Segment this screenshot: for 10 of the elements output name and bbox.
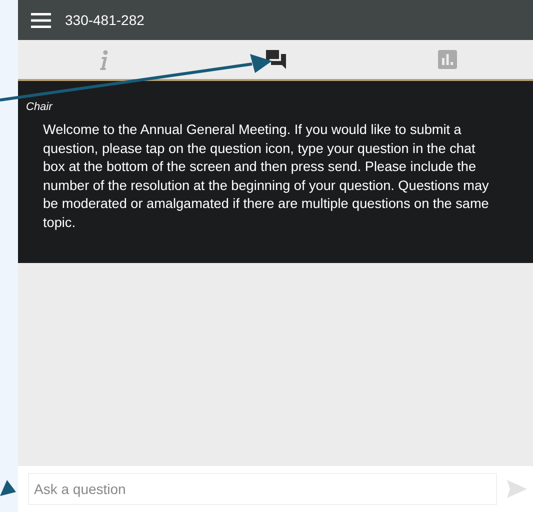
- menu-icon[interactable]: [31, 12, 51, 28]
- send-button[interactable]: [507, 480, 527, 498]
- message-text: Welcome to the Annual General Meeting. If you would like to submit a question, please tap on the question icon, type your question in the chat box at the bottom of the screen and then press send. Please include the number of the resolution at the beginning of your question. Questions may be moderated or amalgamated if there are multiple questions on the same topic.: [43, 121, 490, 232]
- meeting-id: 330-481-282: [65, 12, 144, 28]
- pointer-arrow: [0, 480, 16, 496]
- question-field[interactable]: Ask a question: [28, 473, 497, 505]
- info-icon: [100, 50, 108, 70]
- message-author: Chair: [26, 101, 54, 113]
- bar-chart-icon: [438, 50, 457, 69]
- chat-icon: [266, 50, 286, 69]
